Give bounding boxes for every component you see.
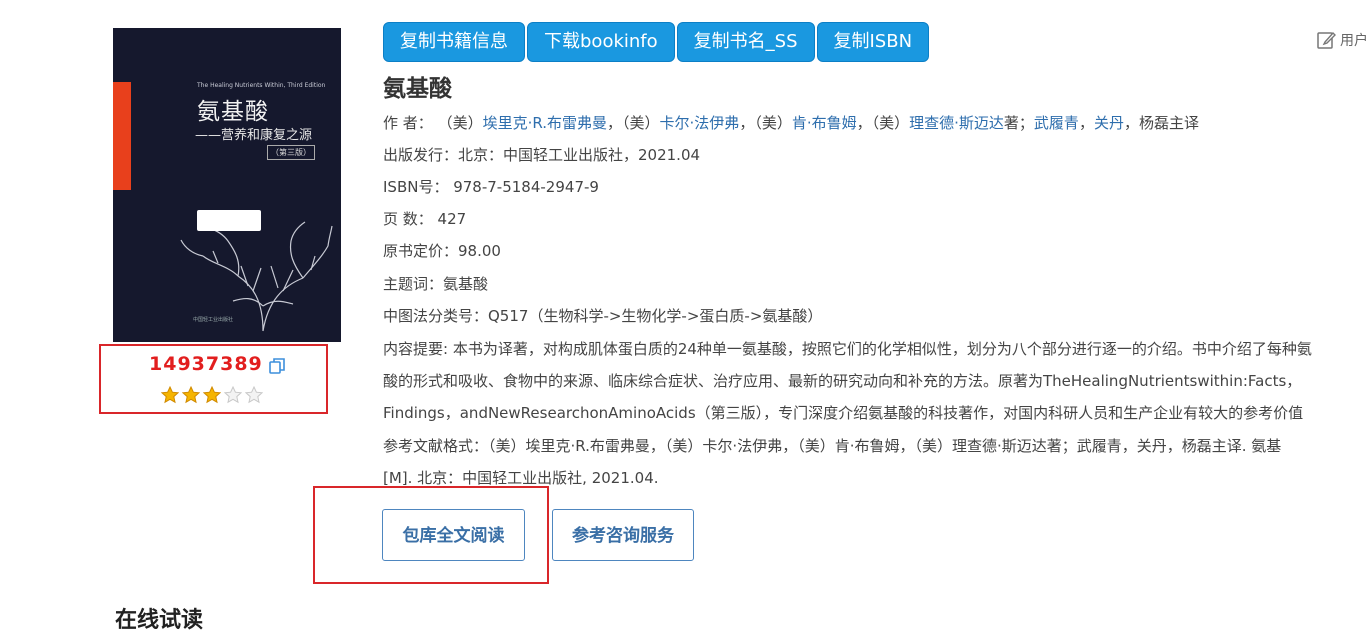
price-line: 原书定价：98.00 — [383, 242, 501, 260]
user-feedback-link[interactable]: 用户 — [1316, 30, 1368, 50]
author-role: 著； — [1003, 114, 1034, 132]
book-id-number: 14937389 — [149, 353, 263, 375]
online-preview-heading: 在线试读 — [115, 608, 204, 633]
star-filled-icon — [161, 386, 179, 404]
read-full-text-button[interactable]: 包库全文阅读 — [382, 509, 525, 561]
separator: ， — [1078, 114, 1094, 132]
star-filled-icon — [203, 386, 221, 404]
cover-chinese-title: 氨基酸 — [197, 99, 269, 125]
cover-publisher: 中国轻工业出版社 — [193, 317, 234, 323]
star-empty-icon — [245, 386, 263, 404]
copy-isbn-button[interactable]: 复制ISBN — [816, 22, 930, 62]
cover-edition: （第三版） — [267, 145, 315, 160]
isbn-line: ISBN号： 978-7-5184-2947-9 — [383, 178, 599, 196]
translator-link-1[interactable]: 武履青 — [1034, 114, 1079, 132]
author-nationality: ，（美） — [739, 114, 792, 132]
reference-consult-button[interactable]: 参考咨询服务 — [552, 509, 694, 561]
book-id-highlight-box: 14937389 — [99, 344, 328, 414]
star-filled-icon — [182, 386, 200, 404]
author-nationality: ，（美） — [607, 114, 660, 132]
toolbar: 复制书籍信息 下载bookinfo 复制书名_SS 复制ISBN — [383, 22, 930, 62]
publisher-line: 出版发行：北京：中国轻工业出版社，2021.04 — [383, 146, 701, 164]
author-link-1[interactable]: 埃里克·R.布雷弗曼 — [483, 114, 607, 132]
translator-link-2[interactable]: 关丹 — [1094, 114, 1124, 132]
pages-line: 页 数： 427 — [383, 210, 467, 228]
book-cover[interactable]: The Healing Nutrients Within, Third Edit… — [113, 28, 341, 342]
authors-line: 作 者： （美）埃里克·R.布雷弗曼，（美）卡尔·法伊弗，（美）肯·布鲁姆，（美… — [383, 113, 1199, 133]
cover-english-title: The Healing Nutrients Within, Third Edit… — [197, 82, 326, 89]
copy-book-info-button[interactable]: 复制书籍信息 — [383, 22, 525, 62]
edit-icon — [1317, 31, 1336, 49]
cover-stripe — [113, 82, 131, 190]
star-empty-icon — [224, 386, 242, 404]
author-link-2[interactable]: 卡尔·法伊弗 — [660, 114, 740, 132]
author-nationality: ，（美） — [856, 114, 910, 132]
subject-line: 主题词：氨基酸 — [383, 275, 489, 293]
user-label: 用户 — [1340, 33, 1368, 49]
citation-line: [M]. 北京：中国轻工业出版社, 2021.04. — [383, 469, 659, 487]
classification-line: 中图法分类号：Q517（生物科学->生物化学->蛋白质->氨基酸） — [383, 307, 823, 325]
authors-label: 作 者： — [383, 114, 433, 132]
copy-icon[interactable] — [268, 357, 286, 379]
summary-line: Findings，andNewResearchonAminoAcids（第三版）… — [383, 404, 1304, 422]
cover-label-sticker — [197, 210, 261, 231]
download-bookinfo-button[interactable]: 下载bookinfo — [527, 22, 675, 62]
summary-line: 内容提要: 本书为译著，对构成肌体蛋白质的24种单一氨基酸，按照它们的化学相似性… — [383, 340, 1312, 358]
author-nationality: （美） — [437, 114, 483, 132]
copy-title-ss-button[interactable]: 复制书名_SS — [676, 22, 815, 62]
translator-suffix: ，杨磊主译 — [1123, 114, 1199, 132]
cover-chinese-subtitle: ——营养和康复之源 — [195, 128, 313, 143]
author-link-4[interactable]: 理查德·斯迈达 — [909, 114, 1004, 132]
rating-stars — [161, 386, 263, 404]
citation-line: 参考文献格式：（美）埃里克·R.布雷弗曼，（美）卡尔·法伊弗，（美）肯·布鲁姆，… — [383, 437, 1282, 455]
book-title: 氨基酸 — [383, 76, 452, 102]
summary-line: 酸的形式和吸收、食物中的来源、临床综合症状、治疗应用、最新的研究动向和补充的方法… — [383, 372, 1302, 390]
author-link-3[interactable]: 肯·布鲁姆 — [792, 114, 857, 132]
